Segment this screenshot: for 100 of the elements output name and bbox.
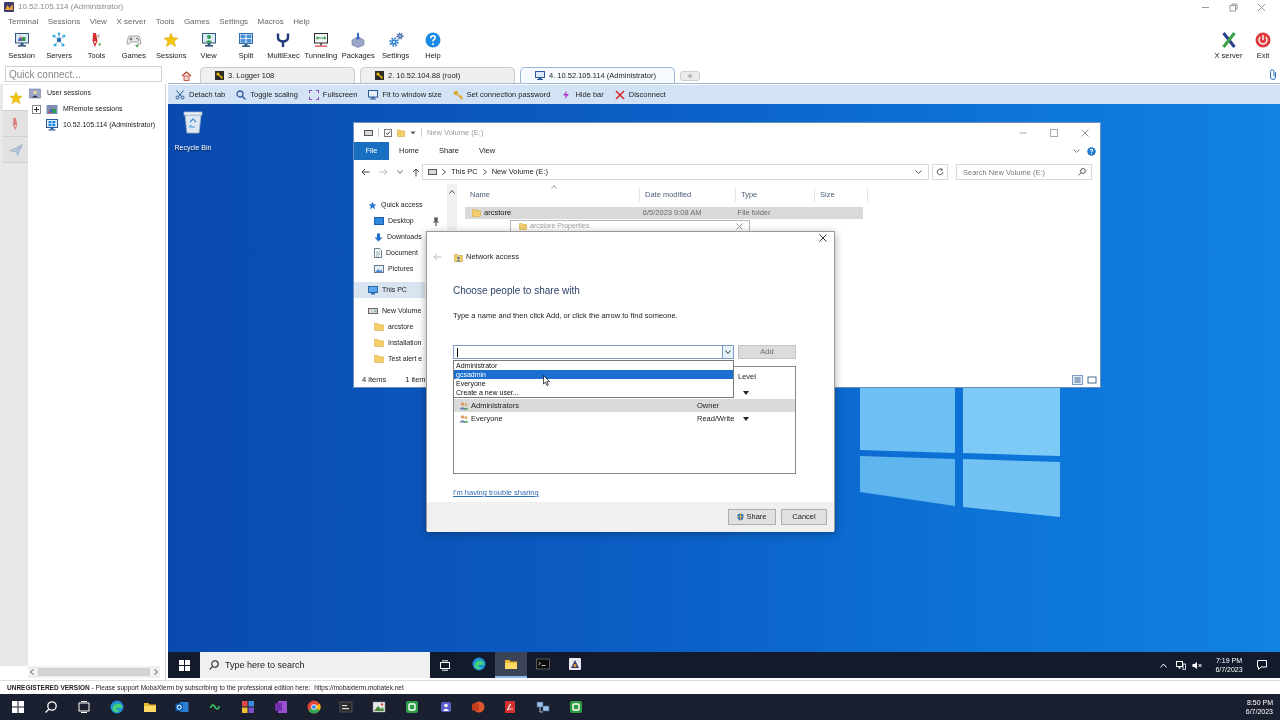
- network-nodes-icon: [51, 32, 68, 48]
- app-tile-icon[interactable]: [568, 700, 583, 714]
- download-arrow-icon: [374, 232, 383, 242]
- package-icon: [350, 32, 367, 48]
- tunnel-icon: [312, 32, 329, 48]
- quick-connect-field[interactable]: Quick connect...: [5, 66, 162, 82]
- caret-down-icon[interactable]: [743, 390, 749, 395]
- notebook-icon[interactable]: [273, 700, 288, 714]
- menu-item[interactable]: View: [89, 17, 107, 26]
- pin-icon[interactable]: [432, 216, 440, 226]
- star-icon: [368, 200, 377, 210]
- menu-item[interactable]: Tools: [155, 17, 175, 26]
- caret-down-icon[interactable]: [410, 129, 416, 136]
- user-folder-icon: [29, 87, 41, 99]
- mail-icon[interactable]: [175, 700, 190, 714]
- document-icon[interactable]: [503, 700, 518, 714]
- task-view-icon[interactable]: [77, 700, 91, 714]
- menu-item[interactable]: Macros: [257, 17, 284, 26]
- start-icon[interactable]: [11, 700, 26, 714]
- chevron-down-icon: [725, 350, 731, 354]
- scroll-right-icon[interactable]: [154, 669, 158, 675]
- power-icon: [1255, 32, 1271, 48]
- terminal-icon[interactable]: [339, 700, 354, 714]
- monitor-icon: [535, 71, 545, 80]
- scroll-left-icon[interactable]: [30, 669, 34, 675]
- dropdown-button[interactable]: [722, 346, 733, 358]
- back-arrow-icon[interactable]: [361, 168, 370, 176]
- mouse-pointer-icon: [543, 375, 550, 386]
- browser-icon: [472, 657, 486, 671]
- menu-item[interactable]: Games: [183, 17, 210, 26]
- app-grid-icon[interactable]: [240, 700, 255, 714]
- notification-icon[interactable]: [1257, 660, 1267, 670]
- expand-arrows-icon: [308, 89, 319, 100]
- app-tile-icon[interactable]: [404, 700, 419, 714]
- chevron-down-icon[interactable]: [915, 170, 922, 174]
- cross-icon: [614, 89, 625, 100]
- network-icon[interactable]: [1176, 660, 1186, 670]
- folder-icon: [46, 103, 58, 115]
- image-icon[interactable]: [372, 700, 387, 714]
- drive-icon: [364, 129, 373, 136]
- chevron-up-icon[interactable]: [1160, 662, 1167, 668]
- close-icon[interactable]: [819, 234, 827, 242]
- refresh-button[interactable]: [932, 164, 948, 180]
- browser-icon[interactable]: [306, 700, 321, 714]
- dialog-heading: Choose people to share with: [453, 284, 581, 297]
- users-icon: [459, 414, 469, 423]
- window-title: 10.52.105.114 (Administrator): [18, 3, 124, 11]
- taskbar-search-field[interactable]: Type here to search: [200, 652, 430, 678]
- lightning-icon: [561, 89, 572, 100]
- shield-icon: [737, 513, 745, 521]
- presentation-icon[interactable]: [470, 700, 485, 714]
- desktop-icon: [374, 217, 384, 225]
- chevron-down-icon[interactable]: [1073, 149, 1080, 153]
- name-input-field[interactable]: [453, 345, 734, 359]
- folder-icon: [472, 209, 481, 217]
- scrollbar-thumb[interactable]: [38, 668, 150, 676]
- up-arrow-icon[interactable]: [412, 167, 420, 177]
- document-icon: [374, 248, 382, 258]
- paper-plane-icon: [8, 142, 23, 157]
- chevron-right-icon: [442, 169, 446, 175]
- plus-icon: [687, 73, 693, 79]
- menu-item[interactable]: Terminal: [8, 17, 39, 26]
- users-icon: [459, 401, 469, 410]
- chevron-right-icon: [482, 169, 487, 175]
- speaker-muted-icon[interactable]: [1192, 660, 1202, 670]
- search-icon[interactable]: [44, 700, 59, 714]
- menu-item[interactable]: X server: [116, 17, 147, 26]
- start-icon[interactable]: [178, 659, 190, 671]
- folder-icon[interactable]: [142, 700, 157, 714]
- network-icon[interactable]: [536, 700, 551, 714]
- scroll-up-icon[interactable]: [449, 190, 455, 194]
- details-view-icon[interactable]: [1072, 374, 1083, 385]
- monitor-icon: [368, 89, 379, 100]
- house-icon[interactable]: [180, 70, 192, 81]
- fork-icon: [275, 32, 292, 48]
- task-view-icon[interactable]: [439, 659, 451, 671]
- large-icons-view-icon[interactable]: [1087, 374, 1097, 385]
- checkbox-icon[interactable]: [384, 128, 392, 137]
- taskbar-app[interactable]: [495, 652, 527, 678]
- browser-icon[interactable]: [109, 700, 124, 714]
- menu-item[interactable]: Help: [293, 17, 310, 26]
- caret-down-icon[interactable]: [743, 416, 749, 421]
- monitor-icon: [46, 119, 58, 131]
- sort-caret-icon: [551, 185, 557, 189]
- cross-logo-icon: [1220, 32, 1237, 48]
- split-window-icon: [238, 32, 255, 48]
- search-icon: [209, 660, 219, 670]
- menu-item[interactable]: Sessions: [47, 17, 81, 26]
- restore-icon[interactable]: [1229, 2, 1238, 12]
- expand-icon[interactable]: [32, 104, 41, 114]
- scissors-icon: [175, 89, 185, 100]
- key-tile-icon: [215, 71, 224, 80]
- folder-icon: [504, 657, 518, 671]
- paperclip-icon[interactable]: [1269, 69, 1277, 80]
- help-icon[interactable]: [1087, 146, 1096, 156]
- recycle-bin-icon[interactable]: [183, 110, 203, 134]
- wave-app-icon[interactable]: [208, 700, 223, 714]
- search-icon: [1078, 168, 1086, 176]
- menu-item[interactable]: Settings: [219, 17, 249, 26]
- help-icon: [425, 32, 441, 48]
